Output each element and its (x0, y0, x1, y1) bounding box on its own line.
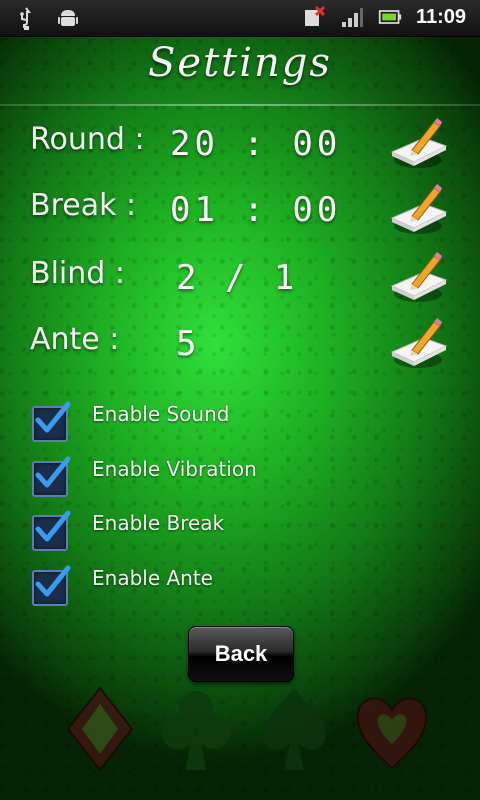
diamond-icon (66, 686, 134, 772)
spade-icon (262, 688, 326, 770)
usb-icon (20, 7, 31, 30)
option-break[interactable]: Enable Break (32, 510, 392, 555)
ante-value: 5 (176, 324, 201, 364)
pencil-edit-icon (390, 118, 448, 168)
sound-checkbox[interactable] (32, 401, 71, 442)
checkmark-icon (35, 565, 71, 597)
signal-icon (341, 8, 363, 27)
battery-icon (378, 10, 402, 24)
pencil-edit-icon (390, 184, 448, 234)
club-icon (161, 691, 231, 770)
ante-edit-button[interactable] (388, 316, 450, 374)
status-bar: 11:09 (0, 0, 480, 37)
blind-label: Blind : (30, 256, 125, 291)
round-label: Round : (30, 122, 145, 157)
blind-row: Blind : 2 / 1 (0, 252, 480, 316)
break-checkbox[interactable] (32, 510, 71, 551)
break-value: 01 : 00 (170, 190, 342, 230)
option-sound[interactable]: Enable Sound (32, 401, 392, 446)
round-edit-button[interactable] (388, 116, 450, 174)
break-label-option: Enable Break (92, 511, 225, 535)
page-title: Settings (148, 40, 332, 86)
checkmark-icon (35, 510, 71, 542)
round-value: 20 : 00 (170, 124, 342, 164)
pencil-edit-icon (390, 252, 448, 302)
ante-label-option: Enable Ante (92, 566, 213, 590)
status-time: 11:09 (415, 5, 466, 28)
option-vibration[interactable]: Enable Vibration (32, 456, 392, 501)
checkmark-icon (35, 456, 71, 488)
blind-value: 2 / 1 (176, 258, 299, 298)
sound-label: Enable Sound (92, 402, 230, 426)
vibration-checkbox[interactable] (32, 456, 71, 497)
break-edit-button[interactable] (388, 182, 450, 240)
option-ante[interactable]: Enable Ante (32, 565, 392, 610)
android-debug-icon (58, 10, 78, 26)
blind-edit-button[interactable] (388, 250, 450, 308)
sim-error-icon (304, 5, 325, 26)
round-row: Round : 20 : 00 (0, 118, 480, 182)
card-suits (0, 684, 480, 780)
title-divider (0, 104, 480, 106)
heart-icon (356, 697, 428, 770)
back-button[interactable]: Back (188, 626, 294, 682)
break-label: Break : (30, 188, 137, 223)
break-row: Break : 01 : 00 (0, 184, 480, 248)
checkmark-icon (35, 401, 71, 433)
vibration-label: Enable Vibration (92, 457, 257, 481)
pencil-edit-icon (390, 318, 448, 368)
ante-row: Ante : 5 (0, 318, 480, 382)
ante-checkbox[interactable] (32, 565, 71, 606)
ante-label: Ante : (30, 322, 120, 357)
